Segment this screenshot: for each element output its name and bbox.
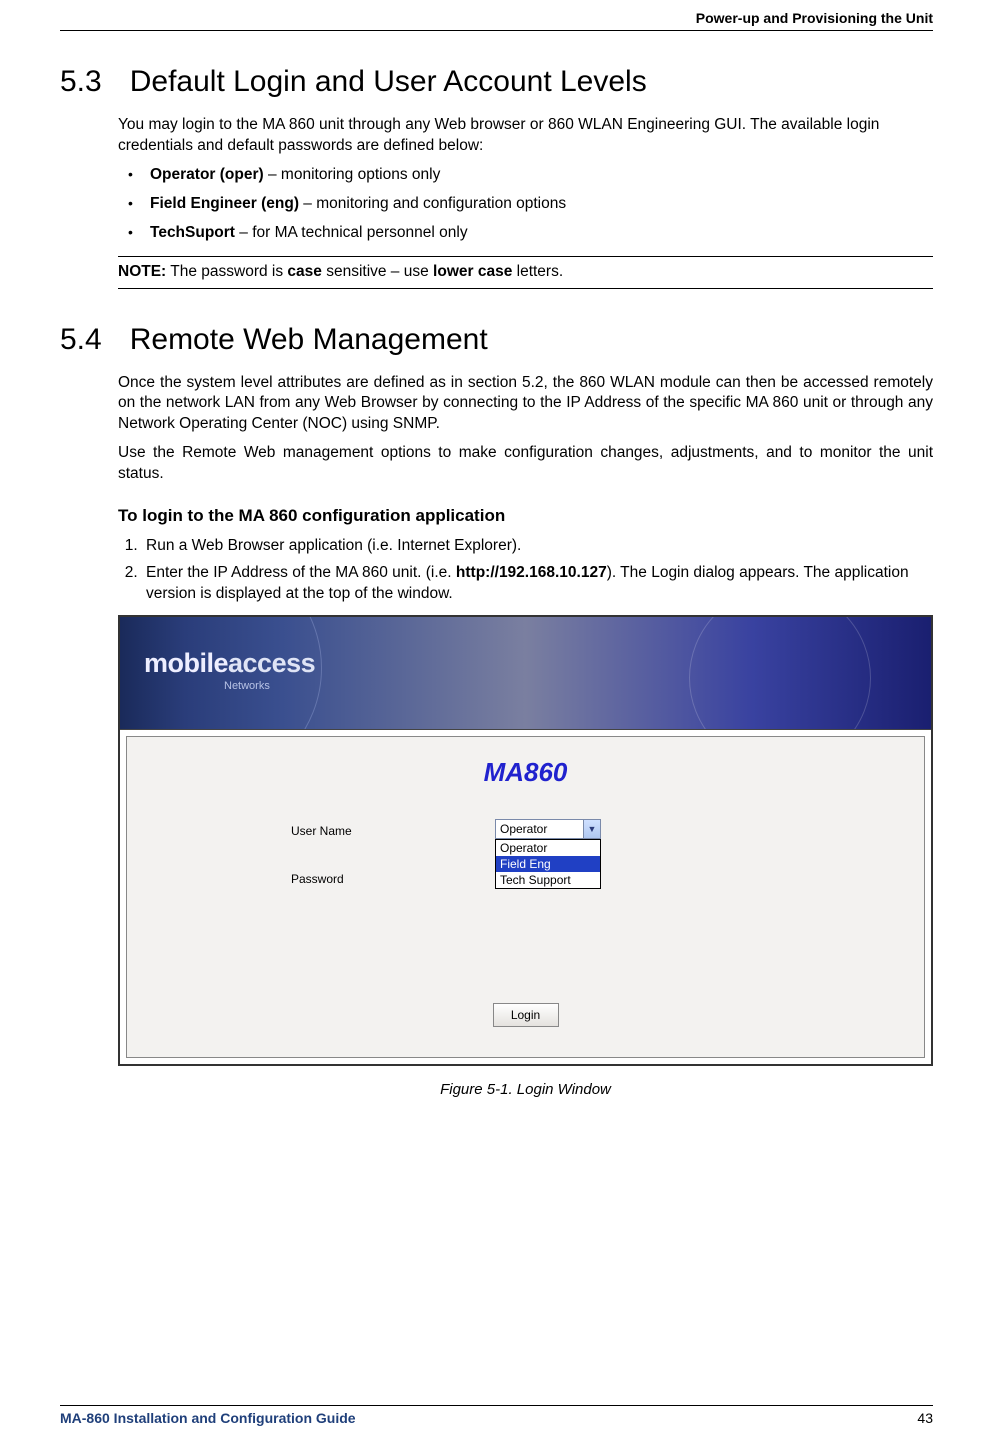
account-name: Operator (oper) (150, 166, 264, 183)
login-window-figure: mobileaccess Networks MA860 User Name Pa… (118, 615, 933, 1100)
note-text: sensitive – use (322, 263, 433, 280)
password-label: Password (291, 871, 441, 887)
footer-page-number: 43 (917, 1410, 933, 1426)
section-number: 5.4 (60, 323, 102, 356)
account-desc: – monitoring options only (264, 166, 441, 183)
note-box: NOTE: The password is case sensitive – u… (118, 256, 933, 289)
section-5-3-intro: You may login to the MA 860 unit through… (118, 115, 933, 157)
section-title: Remote Web Management (130, 323, 488, 356)
login-button[interactable]: Login (493, 1003, 559, 1027)
section-5-4-p1: Once the system level attributes are def… (118, 373, 933, 436)
footer-guide-title: MA-860 Installation and Configuration Gu… (60, 1410, 356, 1426)
running-header-text: Power-up and Provisioning the Unit (696, 10, 933, 26)
username-label: User Name (291, 823, 441, 839)
section-5-4-heading: 5.4 Remote Web Management (60, 323, 933, 357)
brand-text-1: mobile (144, 648, 228, 678)
account-name: Field Engineer (eng) (150, 195, 299, 212)
login-procedure-heading: To login to the MA 860 configuration app… (118, 505, 933, 528)
password-row: Password (291, 871, 441, 887)
section-5-4-p2: Use the Remote Web management options to… (118, 443, 933, 485)
dropdown-option-selected[interactable]: Field Eng (496, 856, 600, 872)
brand-text-2: access (228, 648, 315, 678)
login-panel: MA860 User Name Password Operator ▼ (126, 736, 925, 1058)
note-text: The password is (166, 263, 287, 280)
note-bold-word: lower case (433, 263, 512, 280)
step-2-url: http://192.168.10.127 (456, 564, 607, 581)
select-current-value: Operator (500, 821, 547, 837)
step-2-text-a: Enter the IP Address of the MA 860 unit.… (146, 564, 456, 581)
account-level-list: Operator (oper) – monitoring options onl… (118, 165, 933, 244)
note-text: letters. (512, 263, 563, 280)
login-steps: Run a Web Browser application (i.e. Inte… (118, 536, 933, 605)
chevron-down-icon[interactable]: ▼ (583, 820, 600, 838)
step-2: Enter the IP Address of the MA 860 unit.… (142, 563, 933, 605)
step-1: Run a Web Browser application (i.e. Inte… (142, 536, 933, 557)
note-bold-word: case (287, 263, 321, 280)
list-item: Field Engineer (eng) – monitoring and co… (124, 194, 933, 215)
account-desc: – monitoring and configuration options (299, 195, 566, 212)
list-item: TechSuport – for MA technical personnel … (124, 223, 933, 244)
note-label: NOTE: (118, 263, 166, 280)
banner-image: mobileaccess Networks (120, 617, 931, 730)
section-5-3-heading: 5.3 Default Login and User Account Levels (60, 65, 933, 99)
dropdown-option[interactable]: Tech Support (496, 872, 600, 888)
brand-logo: mobileaccess Networks (144, 645, 315, 694)
figure-caption: Figure 5-1. Login Window (118, 1080, 933, 1100)
list-item: Operator (oper) – monitoring options onl… (124, 165, 933, 186)
section-title: Default Login and User Account Levels (130, 65, 647, 98)
dropdown-option[interactable]: Operator (496, 840, 600, 856)
section-number: 5.3 (60, 65, 102, 98)
account-desc: – for MA technical personnel only (235, 224, 468, 241)
account-name: TechSuport (150, 224, 235, 241)
username-row: User Name (291, 823, 441, 839)
brand-subtext: Networks (224, 679, 315, 694)
username-select[interactable]: Operator ▼ Operator Field Eng Tech Suppo… (495, 819, 601, 889)
username-dropdown[interactable]: Operator Field Eng Tech Support (495, 839, 601, 889)
app-title: MA860 (127, 755, 924, 790)
running-header: Power-up and Provisioning the Unit (60, 10, 933, 31)
